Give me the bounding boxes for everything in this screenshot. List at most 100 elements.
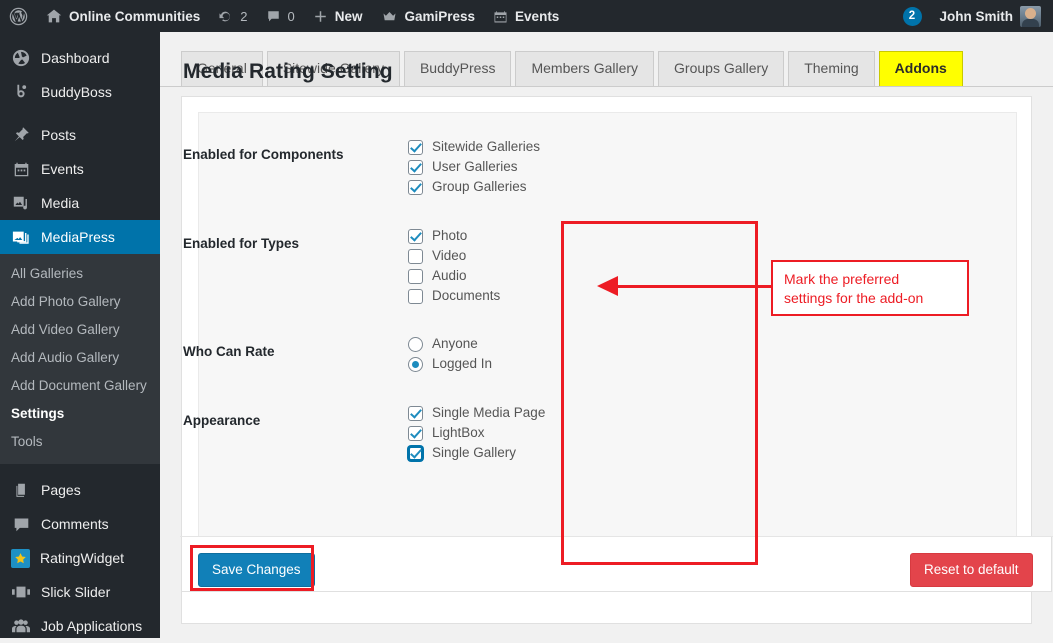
new-content-button[interactable]: New bbox=[304, 0, 372, 32]
option-audio[interactable]: Audio bbox=[408, 266, 500, 286]
sidebar-item-media[interactable]: Media bbox=[0, 186, 160, 220]
slider-icon bbox=[11, 582, 31, 602]
updates-count: 2 bbox=[240, 9, 247, 24]
comment-bubble-icon bbox=[266, 9, 281, 24]
media-icon bbox=[11, 193, 31, 213]
option-single-gallery[interactable]: Single Gallery bbox=[408, 443, 545, 463]
option-anyone[interactable]: Anyone bbox=[408, 334, 492, 354]
notifications-button[interactable]: 2 bbox=[894, 0, 931, 32]
sidebar-item-comments[interactable]: Comments bbox=[0, 507, 160, 541]
admin-bar: Online Communities 2 0 New GamiPress Eve… bbox=[0, 0, 1053, 32]
field-label: Enabled for Types bbox=[183, 236, 393, 251]
field-label: Enabled for Components bbox=[183, 147, 393, 162]
radio[interactable] bbox=[408, 357, 423, 372]
option-logged-in[interactable]: Logged In bbox=[408, 354, 492, 374]
menu-separator-2 bbox=[0, 464, 160, 473]
sidebar-item-dashboard[interactable]: Dashboard bbox=[0, 41, 160, 75]
updates-button[interactable]: 2 bbox=[209, 0, 256, 32]
option-single-media-page[interactable]: Single Media Page bbox=[408, 403, 545, 423]
reset-to-default-button[interactable]: Reset to default bbox=[910, 553, 1033, 587]
checkbox[interactable] bbox=[408, 406, 423, 421]
submenu-item-add-document-gallery[interactable]: Add Document Gallery bbox=[0, 372, 160, 400]
option-label: Photo bbox=[432, 226, 467, 246]
field-options: Sitewide Galleries User Galleries Group … bbox=[408, 137, 540, 197]
submenu-item-settings[interactable]: Settings bbox=[0, 400, 160, 428]
avatar bbox=[1020, 6, 1041, 27]
calendar-icon bbox=[11, 159, 31, 179]
sidebar-item-ratingwidget[interactable]: RatingWidget bbox=[0, 541, 160, 575]
checkbox[interactable] bbox=[408, 446, 423, 461]
radio[interactable] bbox=[408, 337, 423, 352]
annotation-callout: Mark the preferred settings for the add-… bbox=[771, 260, 969, 316]
star-icon bbox=[11, 549, 30, 568]
page-title: Media Rating Setting bbox=[183, 60, 393, 84]
checkbox[interactable] bbox=[408, 426, 423, 441]
option-photo[interactable]: Photo bbox=[408, 226, 500, 246]
sidebar-item-pages[interactable]: Pages bbox=[0, 473, 160, 507]
option-user-galleries[interactable]: User Galleries bbox=[408, 157, 540, 177]
sidebar-item-label: Events bbox=[41, 161, 84, 177]
option-label: Audio bbox=[432, 266, 467, 286]
save-changes-button[interactable]: Save Changes bbox=[198, 553, 315, 587]
sidebar-item-label: Comments bbox=[41, 516, 109, 532]
option-label: Group Galleries bbox=[432, 177, 527, 197]
submenu-item-add-audio-gallery[interactable]: Add Audio Gallery bbox=[0, 344, 160, 372]
menu-top-spacer bbox=[0, 32, 160, 41]
tab-buddypress[interactable]: BuddyPress bbox=[404, 51, 511, 86]
site-name-button[interactable]: Online Communities bbox=[37, 0, 209, 32]
pin-icon bbox=[11, 125, 31, 145]
option-video[interactable]: Video bbox=[408, 246, 500, 266]
wordpress-logo-button[interactable] bbox=[0, 0, 37, 32]
submenu-item-tools[interactable]: Tools bbox=[0, 428, 160, 456]
sidebar-item-posts[interactable]: Posts bbox=[0, 118, 160, 152]
pages-icon bbox=[11, 480, 31, 500]
sidebar-item-slick-slider[interactable]: Slick Slider bbox=[0, 575, 160, 609]
tab-members-gallery[interactable]: Members Gallery bbox=[515, 51, 654, 86]
comments-button[interactable]: 0 bbox=[257, 0, 304, 32]
submenu-item-add-photo-gallery[interactable]: Add Photo Gallery bbox=[0, 288, 160, 316]
annotation-callout-line1: Mark the preferred bbox=[784, 270, 967, 289]
option-label: Anyone bbox=[432, 334, 478, 354]
submenu-item-all-galleries[interactable]: All Galleries bbox=[0, 260, 160, 288]
sidebar-item-label: RatingWidget bbox=[40, 550, 124, 566]
tabs-underline bbox=[160, 86, 1053, 87]
calendar-icon bbox=[493, 9, 508, 24]
comments-count: 0 bbox=[288, 9, 295, 24]
checkbox[interactable] bbox=[408, 140, 423, 155]
annotation-arrow-line bbox=[617, 285, 773, 288]
checkbox[interactable] bbox=[408, 160, 423, 175]
events-button[interactable]: Events bbox=[484, 0, 568, 32]
home-icon bbox=[46, 8, 62, 24]
sidebar-item-mediapress[interactable]: MediaPress bbox=[0, 220, 160, 254]
mediapress-submenu: All Galleries Add Photo Gallery Add Vide… bbox=[0, 254, 160, 464]
option-label: Sitewide Galleries bbox=[432, 137, 540, 157]
tab-theming[interactable]: Theming bbox=[788, 51, 874, 86]
site-name-label: Online Communities bbox=[69, 9, 200, 24]
option-sitewide-galleries[interactable]: Sitewide Galleries bbox=[408, 137, 540, 157]
events-label: Events bbox=[515, 9, 559, 24]
sidebar-item-label: Posts bbox=[41, 127, 76, 143]
checkbox[interactable] bbox=[408, 269, 423, 284]
user-name-label: John Smith bbox=[940, 9, 1014, 24]
sidebar-item-label: Dashboard bbox=[41, 50, 110, 66]
sidebar-item-buddyboss[interactable]: BuddyBoss bbox=[0, 75, 160, 109]
gamipress-button[interactable]: GamiPress bbox=[372, 0, 485, 32]
tab-addons[interactable]: Addons bbox=[879, 51, 963, 86]
annotation-callout-line2: settings for the add-on bbox=[784, 289, 967, 308]
submenu-item-add-video-gallery[interactable]: Add Video Gallery bbox=[0, 316, 160, 344]
option-label: Single Gallery bbox=[432, 443, 516, 463]
checkbox[interactable] bbox=[408, 229, 423, 244]
option-lightbox[interactable]: LightBox bbox=[408, 423, 545, 443]
sidebar-item-label: Media bbox=[41, 195, 79, 211]
field-label: Appearance bbox=[183, 413, 393, 428]
option-group-galleries[interactable]: Group Galleries bbox=[408, 177, 540, 197]
option-documents[interactable]: Documents bbox=[408, 286, 500, 306]
checkbox[interactable] bbox=[408, 180, 423, 195]
menu-separator-1 bbox=[0, 109, 160, 118]
checkbox[interactable] bbox=[408, 249, 423, 264]
account-menu[interactable]: John Smith bbox=[931, 0, 1053, 32]
checkbox[interactable] bbox=[408, 289, 423, 304]
tab-groups-gallery[interactable]: Groups Gallery bbox=[658, 51, 784, 86]
sidebar-item-events[interactable]: Events bbox=[0, 152, 160, 186]
sidebar-item-label: BuddyBoss bbox=[41, 84, 112, 100]
